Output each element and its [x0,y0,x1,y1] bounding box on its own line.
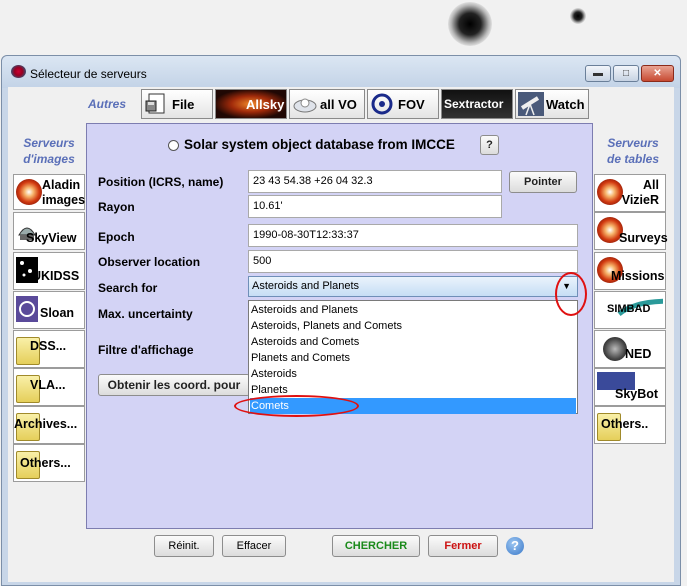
tile-surveys[interactable]: Surveys [594,212,668,250]
tab-sextractor-label: Sextractor [444,97,504,111]
tab-all-vo[interactable]: all VO [289,89,365,119]
maximize-button[interactable]: □ [613,65,639,82]
window-title: Sélecteur de serveurs [30,67,147,81]
tile-skybot[interactable]: SkyBot [594,368,666,406]
help-button[interactable]: ? [480,135,499,155]
serveurs-images-line2: d'images [23,152,75,166]
search-for-dropdown: Asteroids and Planets Asteroids, Planets… [248,300,578,414]
option-asteroids-planets-comets[interactable]: Asteroids, Planets and Comets [250,318,576,334]
close-button[interactable]: ✕ [641,65,674,82]
tile-sloan[interactable]: Sloan [13,291,85,329]
search-for-label: Search for [98,281,158,295]
search-for-select[interactable]: Asteroids and Planets ▼ [248,276,578,297]
tile-archives-label: Archives... [14,417,78,431]
get-coords-button[interactable]: Obtenir les coord. pour [98,374,250,396]
aladin-app-icon [11,65,26,78]
pointer-button[interactable]: Pointer [509,171,577,193]
chevron-down-icon: ▼ [562,281,571,291]
tile-vla-label: VLA... [30,378,66,392]
search-for-selected: Asteroids and Planets [252,280,360,292]
tile-simbad-label: SIMBAD [607,303,651,315]
option-planets[interactable]: Planets [250,382,576,398]
tile-others-tables[interactable]: Others.. [594,406,666,444]
tile-ned-label: NED [625,347,652,361]
serveurs-tables-label: Serveurs de tables [598,135,668,167]
tab-allsky-label: Allsky [246,96,285,112]
radio-button[interactable] [168,140,179,151]
tile-surveys-label: Surveys [619,231,668,245]
tile-vla[interactable]: VLA... [13,368,85,406]
chercher-button[interactable]: CHERCHER [332,535,420,557]
star [570,8,586,24]
tab-allsky[interactable]: Allsky [215,89,287,119]
tile-others-images-label: Others... [20,456,71,470]
tab-watch[interactable]: Watch [515,89,589,119]
position-field[interactable]: 23 43 54.38 +26 04 32.3 [248,170,502,193]
tile-dss-label: DSS... [30,339,67,353]
tile-skybot-label: SkyBot [615,387,659,401]
ned-icon [603,337,627,361]
tab-file[interactable]: File [141,89,213,119]
tile-others-images[interactable]: Others... [13,444,85,482]
filter-label: Filtre d'affichage [98,343,194,357]
tile-all-vizier[interactable]: All VizieR [594,174,666,212]
tile-missions-label: Missions [611,269,665,283]
option-asteroids[interactable]: Asteroids [250,366,576,382]
epoch-field[interactable]: 1990-08-30T12:33:37 [248,224,578,247]
tile-vizier-label: All [643,178,659,192]
tile-skyview-label: SkyView [26,231,77,245]
max-uncertainty-label: Max. uncertainty [98,307,193,321]
title-bar[interactable]: Sélecteur de serveurs ▬ □ ✕ [2,56,680,88]
tile-skyview[interactable]: SkyView [13,212,85,250]
tile-archives[interactable]: Archives... [13,406,85,444]
observer-location-field[interactable]: 500 [248,250,578,273]
tile-vizier-label2: VizieR [621,193,659,207]
rayon-label: Rayon [98,200,135,214]
serveurs-tables-line1: Serveurs [607,136,659,150]
option-comets[interactable]: Comets [250,398,576,414]
fov-icon [371,93,393,115]
tab-fov-label: FOV [398,96,425,112]
tile-simbad[interactable]: SIMBAD [594,291,666,329]
file-icon [145,93,165,114]
minimize-button[interactable]: ▬ [585,65,611,82]
reinit-button[interactable]: Réinit. [154,535,214,557]
epoch-label: Epoch [98,230,135,244]
tile-dss[interactable]: DSS... [13,330,85,368]
form-heading: Solar system object database from IMCCE [184,137,455,152]
autres-label: Autres [88,97,127,111]
vo-icon [293,98,317,113]
observer-location-label: Observer location [98,255,201,269]
fermer-button[interactable]: Fermer [428,535,498,557]
tab-watch-label: Watch [546,96,585,112]
serveurs-images-line1: Serveurs [23,136,75,150]
effacer-button[interactable]: Effacer [222,535,286,557]
star [448,2,492,46]
tile-aladin-label2: images [42,193,86,207]
rayon-field[interactable]: 10.61' [248,195,502,218]
tile-sloan-label: Sloan [40,306,75,320]
serveurs-images-label: Serveurs d'images [14,135,84,167]
serveurs-tables-line2: de tables [606,152,660,166]
tile-aladin-label: Aladin [42,178,81,192]
tab-fov[interactable]: FOV [367,89,439,119]
telescope-icon [518,92,544,116]
aladin-icon [16,179,42,205]
tab-sextractor[interactable]: Sextractor [441,89,513,119]
tile-others-tables-label: Others.. [601,417,649,431]
help-circle-icon[interactable]: ? [506,537,524,555]
tab-file-label: File [172,96,195,112]
tile-ukidss-label: UKIDSS [32,269,80,283]
tile-aladin-images[interactable]: Aladin images [13,174,85,210]
option-asteroids-planets[interactable]: Asteroids and Planets [250,302,576,318]
tile-missions[interactable]: Missions [594,252,666,290]
position-label: Position (ICRS, name) [98,175,224,189]
tab-all-vo-label: all VO [320,96,357,112]
tile-ukidss[interactable]: UKIDSS [13,252,85,290]
option-asteroids-comets[interactable]: Asteroids and Comets [250,334,576,350]
tile-ned[interactable]: NED [594,330,666,368]
option-planets-comets[interactable]: Planets and Comets [250,350,576,366]
sloan-icon [16,296,38,322]
